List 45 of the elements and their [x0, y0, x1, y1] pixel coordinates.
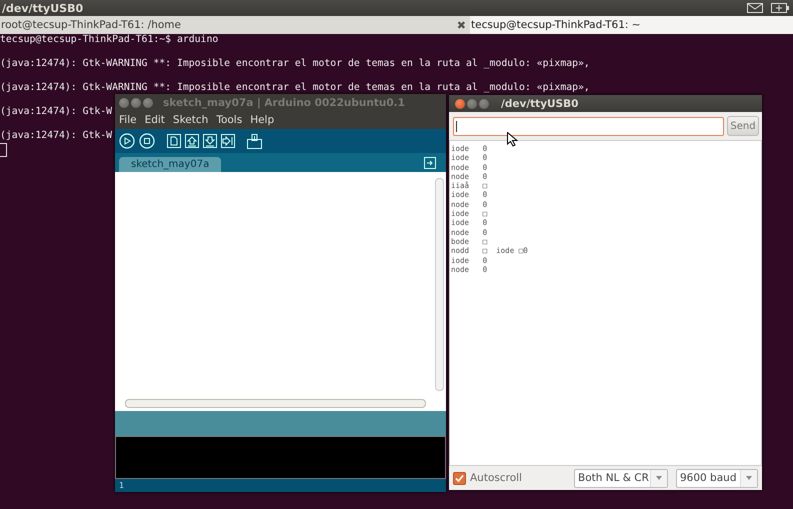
- menu-item[interactable]: Edit: [144, 114, 165, 126]
- terminal-line: (java:12474): Gtk-WARNING **: Imposible encontrar el motor de temas en la ruta al _modulo: «pixmap»,: [0, 82, 590, 94]
- minimize-button[interactable]: [131, 98, 141, 108]
- play-icon[interactable]: [119, 133, 135, 149]
- terminal-line: tecsup@tecsup-ThinkPad-T61:~$ arduino: [0, 34, 218, 46]
- dropdown-arrow-icon: [746, 476, 752, 480]
- checkbox-label: Autoscroll: [470, 472, 522, 484]
- window-title: /dev/ttyUSB0: [2, 2, 84, 14]
- input-field[interactable]: [453, 116, 724, 136]
- menu-item[interactable]: File: [119, 114, 137, 126]
- maximize-button[interactable]: [479, 98, 489, 108]
- menu-item[interactable]: Tools: [216, 114, 242, 126]
- horizontal-scrollbar[interactable]: [125, 399, 426, 408]
- terminal-line: (java:12474): Gtk-WARNING **: Imposible encontrar el motor de temas en la ruta al _modulo: «pixmap»,: [0, 58, 590, 70]
- up-arrow-icon[interactable]: [185, 134, 199, 148]
- terminal-tab[interactable]: root@tecsup-ThinkPad-T61: /home ✖: [0, 16, 470, 34]
- terminal-line: (java:12474): Gtk-W: [0, 130, 112, 142]
- menu-item[interactable]: Help: [250, 114, 274, 126]
- send-button[interactable]: Send: [727, 116, 759, 136]
- sketch-tab[interactable]: sketch_may07a: [119, 157, 222, 172]
- dropdown-arrow-icon: [656, 476, 662, 480]
- window-title: sketch_may07a | Arduino 0022ubuntu0.1: [163, 96, 405, 108]
- baud-rate-dropdown[interactable]: 9600 baud: [676, 468, 758, 488]
- terminal-line: (java:12474): Gtk-W: [0, 106, 112, 118]
- checkbox[interactable]: [453, 472, 466, 484]
- down-arrow-icon[interactable]: [203, 134, 217, 148]
- serial-monitor-icon[interactable]: [247, 134, 262, 148]
- text-cursor: [0, 143, 7, 157]
- vertical-scrollbar[interactable]: [435, 178, 444, 391]
- line-number: 1: [119, 481, 124, 490]
- battery-icon[interactable]: [771, 3, 789, 13]
- maximize-button[interactable]: [143, 98, 153, 108]
- new-file-icon[interactable]: [167, 134, 181, 148]
- close-icon[interactable]: ✖: [456, 18, 466, 32]
- envelope-icon[interactable]: [747, 3, 763, 13]
- close-window-button[interactable]: [119, 98, 129, 108]
- minimize-button[interactable]: [467, 98, 477, 108]
- terminal-tab[interactable]: tecsup@tecsup-ThinkPad-T61: ~: [470, 16, 793, 34]
- right-arrow-icon[interactable]: [221, 134, 235, 148]
- line-ending-dropdown[interactable]: Both NL & CR: [574, 468, 668, 488]
- menu-item[interactable]: Sketch: [172, 114, 208, 126]
- window-title: /dev/ttyUSB0: [501, 98, 578, 110]
- close-window-button[interactable]: [455, 98, 465, 108]
- tab-menu-icon[interactable]: [424, 157, 436, 169]
- stop-icon[interactable]: [139, 133, 155, 149]
